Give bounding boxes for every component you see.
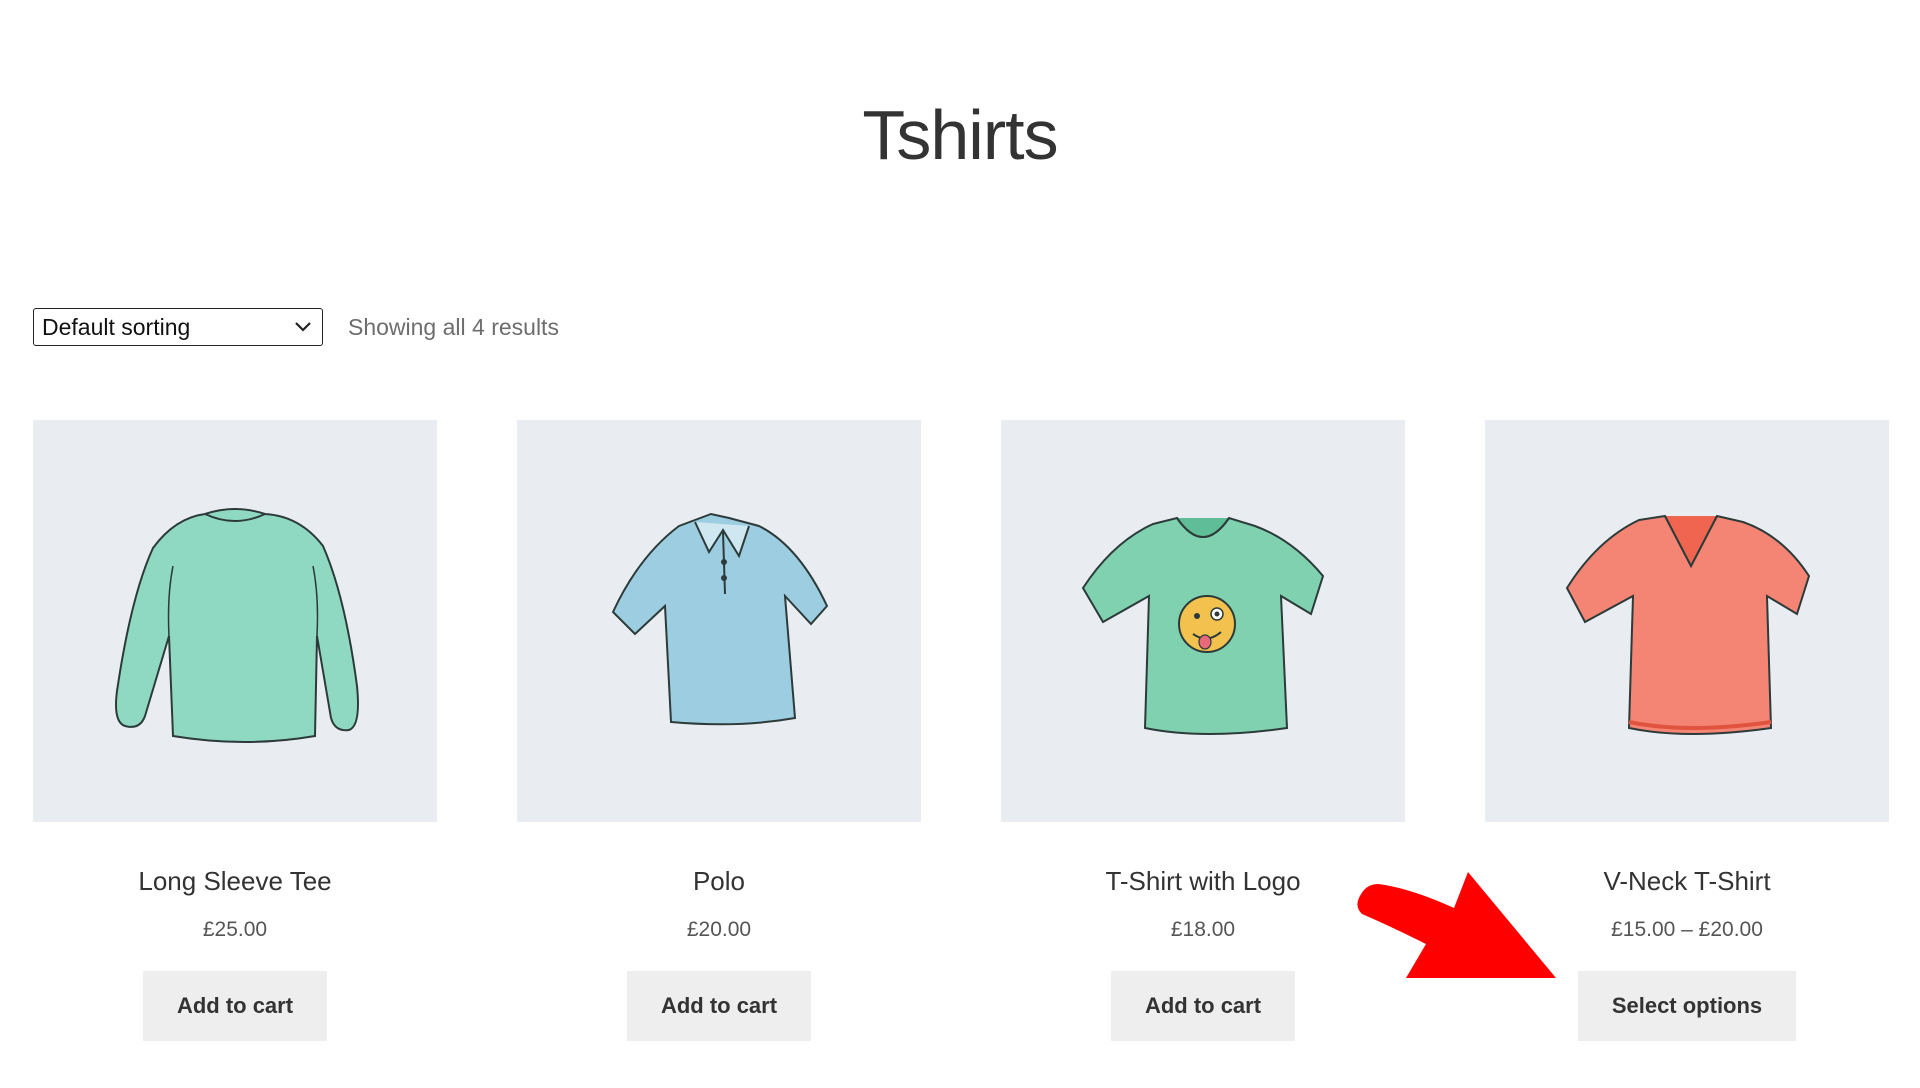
product-title[interactable]: T-Shirt with Logo [1001,864,1405,898]
product-image[interactable] [1001,420,1405,822]
product-price: £20.00 [686,918,752,941]
vneck-tshirt-icon [1565,514,1811,735]
product-title[interactable]: Long Sleeve Tee [33,864,437,898]
sorting-select-value: Default sorting [42,313,191,340]
product-price: £25.00 [202,918,268,941]
page-title: Tshirts [862,95,1058,174]
product-image[interactable] [33,420,437,822]
add-to-cart-button[interactable]: Add to cart [143,971,327,1041]
polo-shirt-icon [611,512,829,726]
result-count: Showing all 4 results [348,313,559,340]
sorting-select[interactable]: Default sorting [33,308,323,346]
long-sleeve-shirt-icon [115,508,359,743]
catalog-toolbar: Default sorting Showing all 4 results [33,308,559,346]
product-title[interactable]: Polo [517,864,921,898]
product-card: Polo £20.00 Add to cart [517,420,921,1041]
product-card: T-Shirt with Logo £18.00 Add to cart [1001,420,1405,1041]
product-image[interactable] [517,420,921,822]
tshirt-with-logo-icon [1081,516,1325,735]
add-to-cart-button[interactable]: Add to cart [627,971,811,1041]
product-grid: Long Sleeve Tee £25.00 Add to cart Polo … [33,420,1889,1060]
add-to-cart-button[interactable]: Add to cart [1111,971,1295,1041]
chevron-down-icon [295,322,311,332]
product-price: £18.00 [1170,918,1236,941]
select-options-button[interactable]: Select options [1578,971,1796,1041]
product-card: Long Sleeve Tee £25.00 Add to cart [33,420,437,1041]
red-arrow-annotation [1357,872,1556,978]
product-image[interactable] [1485,420,1889,822]
